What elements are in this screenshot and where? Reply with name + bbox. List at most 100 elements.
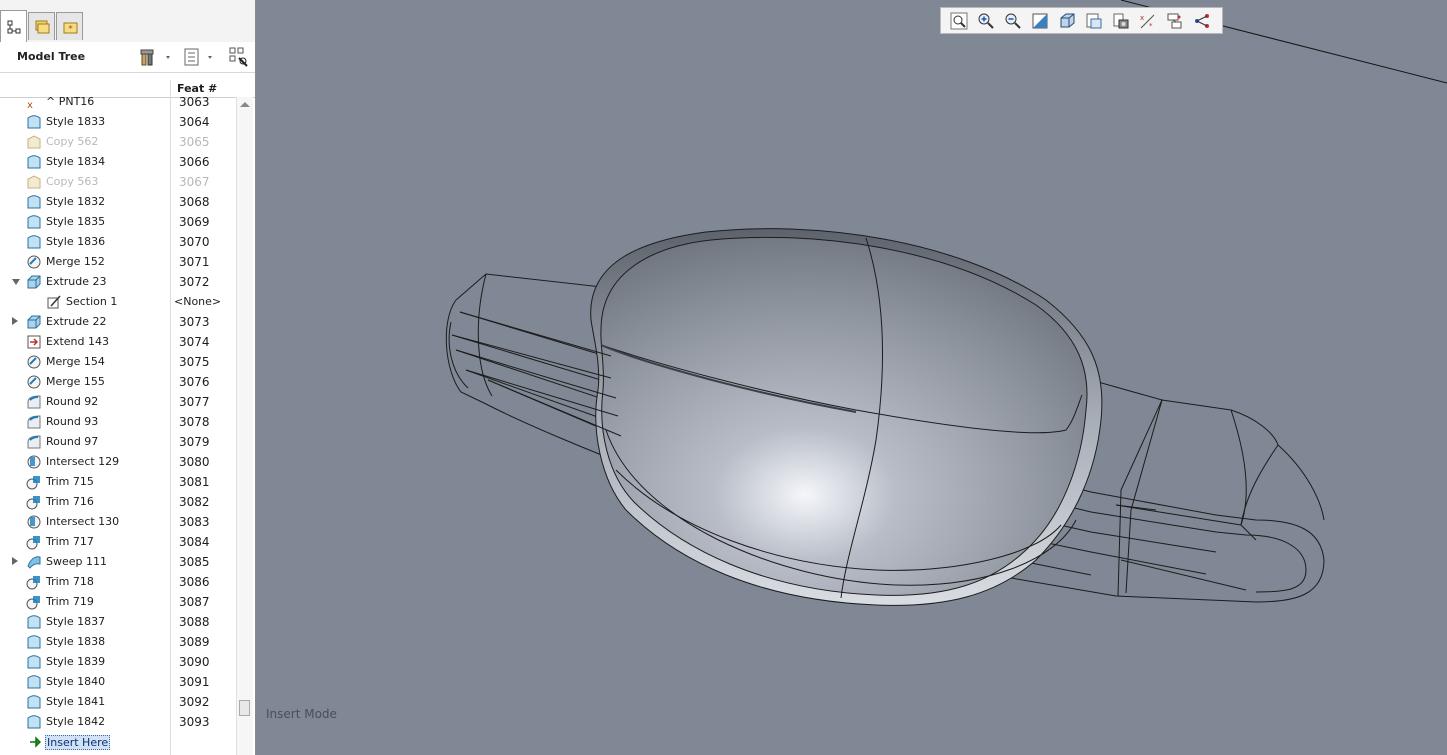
feature-name: Style 1838 (46, 635, 106, 648)
tree-row[interactable]: Merge 154 3075 (0, 352, 236, 372)
feature-number: 3087 (179, 595, 210, 609)
tree-row[interactable]: Round 92 3077 (0, 392, 236, 412)
feature-number: 3064 (179, 115, 210, 129)
expand-arrow-icon[interactable] (12, 317, 18, 325)
tree-row[interactable]: Trim 718 3086 (0, 572, 236, 592)
feature-name: Style 1839 (46, 655, 106, 668)
tree-row[interactable]: Sweep 111 3085 (0, 552, 236, 572)
sweep-icon (26, 554, 42, 570)
datum-display-button[interactable]: x * (1134, 9, 1161, 32)
feature-number: 3093 (179, 715, 210, 729)
tree-row[interactable]: Style 1842 3093 (0, 712, 236, 732)
tree-row[interactable]: Style 1839 3090 (0, 652, 236, 672)
tree-row[interactable]: Style 1838 3089 (0, 632, 236, 652)
scroll-up-arrow-icon[interactable] (240, 102, 250, 107)
feature-name: Section 1 (66, 295, 118, 308)
feature-number: 3068 (179, 195, 210, 209)
tree-row[interactable]: Trim 717 3084 (0, 532, 236, 552)
saved-views-icon (1086, 13, 1101, 28)
style-icon (26, 634, 42, 650)
tree-row[interactable]: Copy 563 3067 (0, 172, 236, 192)
repaint-icon (1032, 13, 1047, 28)
zoom-in-button[interactable] (972, 9, 999, 32)
tree-row[interactable]: x ^ PNT16 3063 (0, 92, 236, 112)
folder-browser-tab[interactable] (28, 12, 55, 40)
intersect-icon (26, 454, 42, 470)
scroll-thumb[interactable] (239, 700, 250, 716)
tree-row[interactable]: Style 1832 3068 (0, 192, 236, 212)
graphics-viewport[interactable]: x * (256, 0, 1447, 755)
feature-name: Style 1832 (46, 195, 106, 208)
view-toolbar: x * (940, 7, 1223, 34)
tree-row[interactable]: Round 97 3079 (0, 432, 236, 452)
annotation-button[interactable] (1188, 9, 1215, 32)
intersect-icon (26, 514, 42, 530)
model-view[interactable] (256, 0, 1447, 755)
insert-here-row[interactable]: Insert Here (0, 732, 236, 752)
feature-number: 3073 (179, 315, 210, 329)
round-icon (26, 394, 42, 410)
view-manager-button[interactable] (1107, 9, 1134, 32)
feature-name: Merge 154 (46, 355, 105, 368)
model-tree-title: Model Tree (17, 50, 86, 63)
feature-number: 3072 (179, 275, 210, 289)
navigator-tabs: * (0, 0, 255, 43)
extrude-icon (26, 274, 42, 290)
tree-row[interactable]: Intersect 129 3080 (0, 452, 236, 472)
trim-icon (26, 534, 42, 550)
tree-row[interactable]: Intersect 130 3083 (0, 512, 236, 532)
tree-row[interactable]: Style 1834 3066 (0, 152, 236, 172)
tree-row[interactable]: Extend 143 3074 (0, 332, 236, 352)
tree-row[interactable]: Style 1835 3069 (0, 212, 236, 232)
feature-number: 3076 (179, 375, 210, 389)
tree-row[interactable]: Merge 155 3076 (0, 372, 236, 392)
tools-icon (140, 49, 170, 66)
feature-number: 3070 (179, 235, 210, 249)
insert-here-label[interactable]: Insert Here (45, 735, 111, 750)
feature-name: Round 92 (46, 395, 99, 408)
tree-row[interactable]: Trim 719 3087 (0, 592, 236, 612)
tree-row[interactable]: Trim 715 3081 (0, 472, 236, 492)
extend-icon (26, 334, 42, 350)
settings-button[interactable] (140, 47, 172, 67)
annotation-icon (1194, 13, 1209, 28)
collapse-arrow-icon[interactable] (12, 279, 20, 285)
feature-number: 3074 (179, 335, 210, 349)
feature-number: 3080 (179, 455, 210, 469)
repaint-button[interactable] (1026, 9, 1053, 32)
zoom-out-button[interactable] (999, 9, 1026, 32)
model-tree-tab[interactable] (0, 10, 27, 42)
saved-views-button[interactable] (1080, 9, 1107, 32)
feature-name: Style 1841 (46, 695, 106, 708)
feature-name: Trim 717 (46, 535, 94, 548)
tree-row[interactable]: Style 1836 3070 (0, 232, 236, 252)
tree-row[interactable]: Merge 152 3071 (0, 252, 236, 272)
tree-row[interactable]: Extrude 22 3073 (0, 312, 236, 332)
display-style-button[interactable] (1053, 9, 1080, 32)
style-icon (26, 654, 42, 670)
favorites-tab[interactable]: * (56, 12, 83, 40)
feature-number: 3069 (179, 215, 210, 229)
tree-row[interactable]: Style 1837 3088 (0, 612, 236, 632)
tree-row[interactable]: Section 1 <None> (0, 292, 236, 312)
feature-name: Copy 562 (46, 135, 99, 148)
tree-scrollbar[interactable] (236, 97, 253, 755)
tree-row[interactable]: Copy 562 3065 (0, 132, 236, 152)
feature-name: Extrude 23 (46, 275, 107, 288)
tree-row[interactable]: Style 1841 3092 (0, 692, 236, 712)
feature-name: Copy 563 (46, 175, 99, 188)
feature-name: Style 1833 (46, 115, 106, 128)
tree-row[interactable]: Style 1833 3064 (0, 112, 236, 132)
feature-name: Trim 715 (46, 475, 94, 488)
tree-row[interactable]: Round 93 3078 (0, 412, 236, 432)
tree-row[interactable]: Trim 716 3082 (0, 492, 236, 512)
tree-row[interactable]: Extrude 23 3072 (0, 272, 236, 292)
spin-center-button[interactable] (1161, 9, 1188, 32)
tree-row[interactable]: Style 1840 3091 (0, 672, 236, 692)
folder-icon (35, 20, 49, 33)
filter-button[interactable] (228, 47, 250, 67)
feature-number: <None> (174, 295, 222, 308)
show-button[interactable] (183, 47, 217, 67)
expand-arrow-icon[interactable] (12, 557, 18, 565)
zoom-fit-button[interactable] (945, 9, 972, 32)
